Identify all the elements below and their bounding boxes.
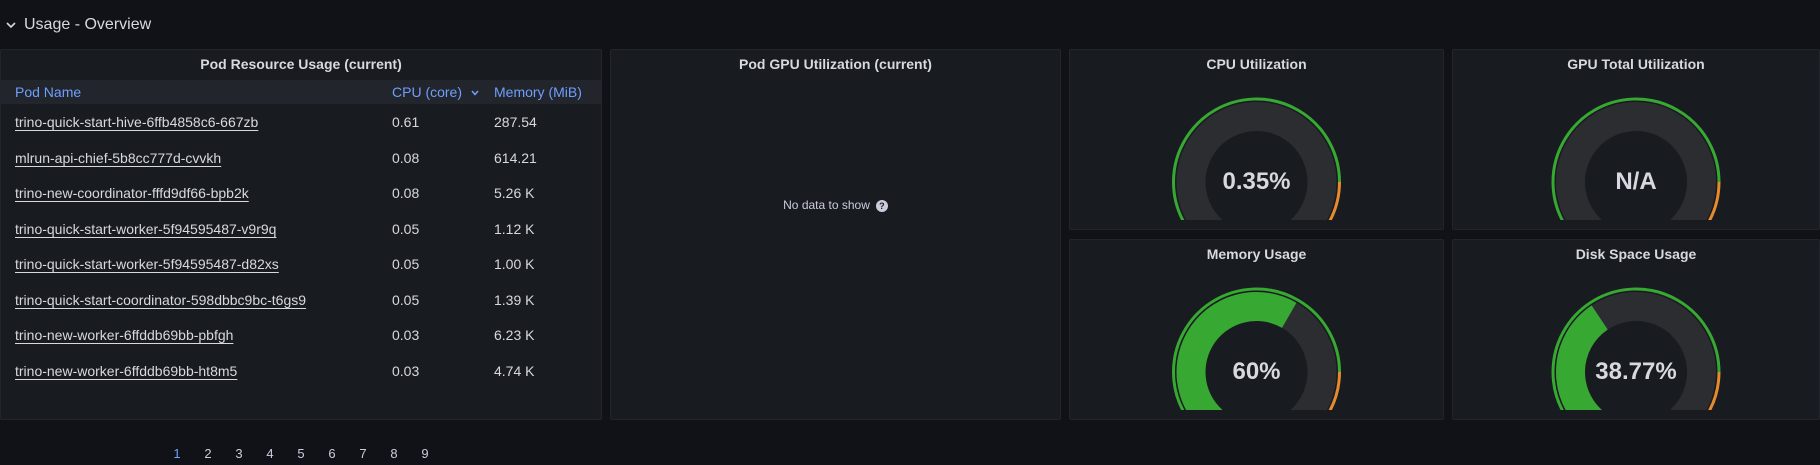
panel-title: Memory Usage — [1206, 246, 1307, 262]
memory-cell: 6.23 K — [494, 327, 535, 343]
disk-space-usage-panel: Disk Space Usage 38.77% — [1452, 239, 1820, 420]
chevron-down-icon[interactable] — [4, 18, 18, 32]
memory-cell: 1.12 K — [494, 220, 535, 237]
sort-descending-icon — [471, 90, 479, 96]
table-row: trino-new-worker-6ffddb69bb-pbfgh 0.03 6… — [1, 317, 601, 353]
panel-title: Pod GPU Utilization (current) — [739, 56, 932, 72]
table-body: trino-quick-start-hive-6ffb4858c6-667zb … — [1, 104, 601, 388]
memory-usage-panel: Memory Usage 60% — [1069, 239, 1444, 420]
page-6-button[interactable]: 6 — [317, 446, 348, 461]
cpu-cell: 0.05 — [392, 256, 420, 272]
table-row: mlrun-api-chief-5b8cc777d-cvvkh 0.08 614… — [1, 140, 601, 176]
cpu-cell: 0.05 — [392, 220, 420, 237]
column-header-cpu[interactable]: CPU (core) — [392, 84, 480, 100]
panel-title: Pod Resource Usage (current) — [200, 56, 402, 72]
cpu-cell: 0.03 — [392, 327, 420, 343]
page-4-button[interactable]: 4 — [255, 446, 286, 461]
gauge-value: 38.77% — [1595, 358, 1677, 385]
pod-link[interactable]: trino-quick-start-worker-5f94595487-v9r9… — [15, 221, 276, 237]
cpu-cell: 0.08 — [392, 185, 420, 201]
pod-link[interactable]: mlrun-api-chief-5b8cc777d-cvvkh — [15, 150, 221, 166]
pod-link[interactable]: trino-new-coordinator-fffd9df66-bpb2k — [15, 185, 249, 201]
pod-link[interactable]: trino-new-worker-6ffddb69bb-ht8m5 — [15, 363, 237, 379]
page-2-button[interactable]: 2 — [193, 446, 224, 461]
memory-cell: 287.54 — [494, 114, 537, 130]
pod-gpu-utilization-panel: Pod GPU Utilization (current) No data to… — [610, 49, 1061, 420]
help-icon[interactable]: ? — [875, 199, 888, 212]
table-header: Pod Name CPU (core) Memory (MiB) — [1, 80, 601, 104]
gauge-value: 0.35% — [1222, 168, 1291, 195]
page-8-button[interactable]: 8 — [379, 446, 410, 461]
no-data-message: No data to show? — [611, 198, 1060, 212]
page-9-button[interactable]: 9 — [410, 446, 441, 461]
column-header-pod-name[interactable]: Pod Name — [15, 84, 81, 100]
memory-cell: 1.39 K — [494, 291, 535, 308]
column-header-memory[interactable]: Memory (MiB) — [494, 84, 582, 100]
page-7-button[interactable]: 7 — [348, 446, 379, 461]
cpu-gauge — [1172, 97, 1341, 220]
cpu-cell: 0.08 — [392, 149, 420, 166]
row-title: Usage - Overview — [24, 16, 152, 33]
pod-resource-usage-panel: Pod Resource Usage (current) Pod Name CP… — [0, 49, 602, 461]
page-3-button[interactable]: 3 — [224, 446, 255, 461]
cpu-utilization-panel: CPU Utilization 0.35% — [1069, 49, 1444, 230]
table-row: trino-new-worker-6ffddb69bb-ht8m5 0.03 4… — [1, 353, 601, 389]
cpu-cell: 0.03 — [392, 362, 420, 379]
gauge-value: 60% — [1232, 358, 1281, 385]
pod-link[interactable]: trino-quick-start-worker-5f94595487-d82x… — [15, 256, 279, 272]
panel-title: CPU Utilization — [1206, 56, 1307, 72]
pod-link[interactable]: trino-quick-start-coordinator-598dbbc9bc… — [15, 292, 306, 308]
page-5-button[interactable]: 5 — [286, 446, 317, 461]
table-row: trino-quick-start-hive-6ffb4858c6-667zb … — [1, 104, 601, 140]
pagination: 123456789 — [1, 445, 601, 465]
disk-gauge — [1551, 287, 1721, 410]
table-row: trino-new-coordinator-fffd9df66-bpb2k 0.… — [1, 175, 601, 211]
table-row: trino-quick-start-worker-5f94595487-v9r9… — [1, 211, 601, 247]
table-row: trino-quick-start-coordinator-598dbbc9bc… — [1, 282, 601, 318]
gpu-total-utilization-panel: GPU Total Utilization N/A — [1452, 49, 1820, 230]
panel-title: GPU Total Utilization — [1567, 56, 1705, 72]
panel-title: Disk Space Usage — [1575, 246, 1697, 262]
memory-cell: 1.00 K — [494, 256, 535, 272]
memory-gauge — [1172, 287, 1341, 410]
cpu-cell: 0.61 — [392, 114, 420, 130]
memory-cell: 5.26 K — [494, 185, 535, 201]
pod-link[interactable]: trino-quick-start-hive-6ffb4858c6-667zb — [15, 114, 258, 130]
gpu-gauge — [1551, 97, 1721, 220]
row-header[interactable]: Usage - Overview — [0, 10, 151, 40]
table-row: trino-quick-start-worker-5f94595487-d82x… — [1, 246, 601, 282]
pod-link[interactable]: trino-new-worker-6ffddb69bb-pbfgh — [15, 327, 233, 343]
cpu-cell: 0.05 — [392, 291, 420, 308]
memory-cell: 4.74 K — [494, 362, 535, 379]
gauge-value: N/A — [1615, 168, 1657, 195]
memory-cell: 614.21 — [494, 149, 537, 166]
page-1-button[interactable]: 1 — [162, 446, 193, 461]
